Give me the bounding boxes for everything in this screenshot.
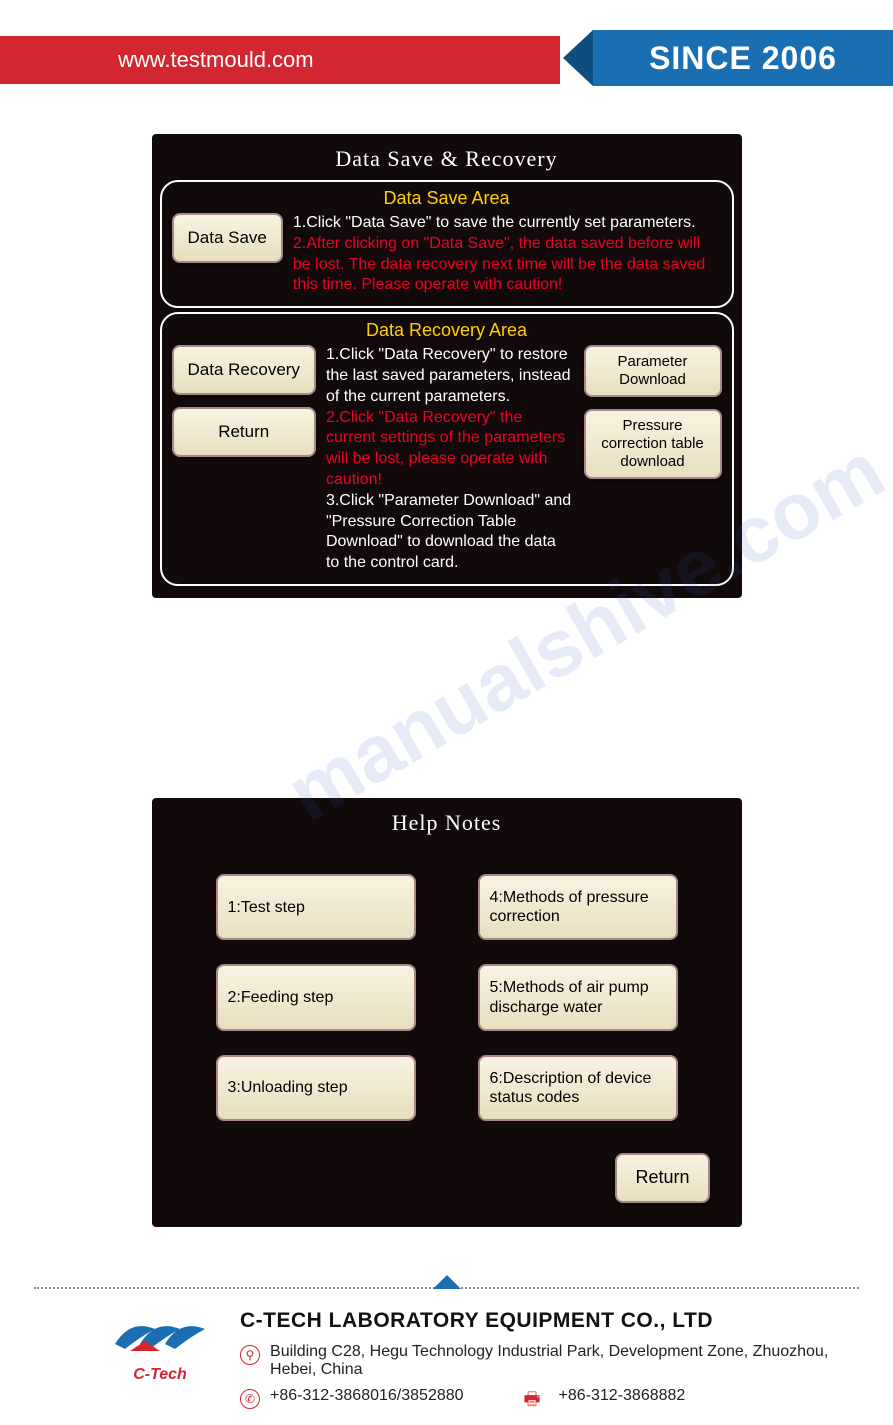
location-icon: ⚲ (240, 1345, 260, 1365)
return-button-1[interactable]: Return (172, 407, 316, 457)
recovery-warning: 2.Click "Data Recovery" the current sett… (326, 408, 574, 491)
recovery-instruction-1: 1.Click "Data Recovery" to restore the l… (326, 345, 574, 407)
screen1-title: Data Save & Recovery (160, 142, 734, 180)
company-phone: +86-312-3868016/3852880 (270, 1387, 464, 1405)
company-fax: +86-312-3868882 (559, 1387, 686, 1405)
help-status-codes-button[interactable]: 6:Description of device status codes (478, 1055, 678, 1121)
save-instruction-1: 1.Click "Data Save" to save the currentl… (293, 213, 722, 234)
pressure-correction-download-button[interactable]: Pressure correction table download (584, 409, 722, 479)
divider (34, 1287, 859, 1289)
company-address: Building C28, Hegu Technology Industrial… (270, 1343, 863, 1379)
logo-icon (110, 1309, 210, 1359)
save-warning: 2.After clicking on "Data Save", the dat… (293, 234, 722, 296)
data-save-button[interactable]: Data Save (172, 213, 283, 263)
phone-icon: ✆ (240, 1389, 260, 1409)
footer: C-Tech C-TECH LABORATORY EQUIPMENT CO., … (0, 1289, 893, 1425)
company-logo: C-Tech (110, 1309, 210, 1384)
help-notes-screen: Help Notes 1:Test step 4:Methods of pres… (152, 798, 742, 1227)
help-pressure-correction-button[interactable]: 4:Methods of pressure correction (478, 874, 678, 940)
fax-icon: 🖶 (524, 1387, 541, 1417)
page-header: www.testmould.com SINCE 2006 (0, 36, 893, 84)
help-test-step-button[interactable]: 1:Test step (216, 874, 416, 940)
return-button-2[interactable]: Return (615, 1153, 709, 1203)
header-since: SINCE 2006 (593, 30, 893, 86)
parameter-download-button[interactable]: Parameter Download (584, 345, 722, 397)
data-recovery-button[interactable]: Data Recovery (172, 345, 316, 395)
help-feeding-step-button[interactable]: 2:Feeding step (216, 964, 416, 1030)
help-unloading-step-button[interactable]: 3:Unloading step (216, 1055, 416, 1121)
company-name: C-TECH LABORATORY EQUIPMENT CO., LTD (240, 1309, 863, 1333)
data-save-area: Data Save Area Data Save 1.Click "Data S… (160, 180, 734, 308)
data-save-recovery-screen: Data Save & Recovery Data Save Area Data… (152, 134, 742, 598)
data-recovery-area: Data Recovery Area Data Recovery Return … (160, 312, 734, 586)
logo-text: C-Tech (110, 1366, 210, 1384)
screen2-title: Help Notes (160, 806, 734, 844)
recovery-instruction-3: 3.Click "Parameter Download" and "Pressu… (326, 491, 574, 574)
recovery-area-title: Data Recovery Area (172, 320, 722, 341)
header-url: www.testmould.com (0, 36, 560, 84)
help-air-pump-button[interactable]: 5:Methods of air pump discharge water (478, 964, 678, 1030)
save-area-title: Data Save Area (172, 188, 722, 209)
